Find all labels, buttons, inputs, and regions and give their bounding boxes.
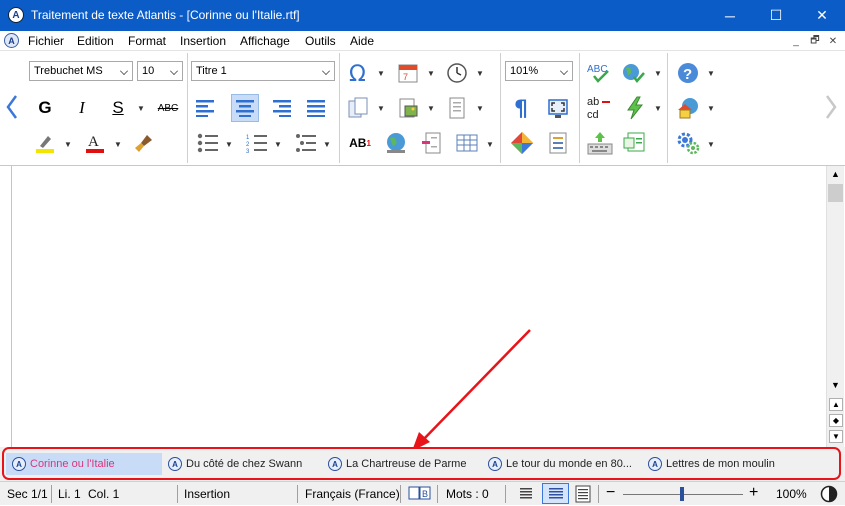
status-divider: [51, 485, 52, 503]
status-language[interactable]: Français (France): [305, 487, 400, 501]
page-view-icon[interactable]: [574, 485, 592, 506]
status-divider: [437, 485, 438, 503]
status-column: Col. 1: [88, 487, 120, 501]
zoom-out-button[interactable]: −: [606, 484, 615, 502]
status-divider: [297, 485, 298, 503]
status-line: Li. 1: [58, 487, 81, 501]
annotation-arrow-icon: [412, 329, 531, 451]
svg-text:B: B: [422, 489, 428, 499]
web-view-icon[interactable]: [542, 483, 569, 504]
draft-view-icon[interactable]: [518, 486, 534, 505]
zoom-slider-thumb[interactable]: [680, 487, 684, 501]
contrast-icon[interactable]: [820, 485, 838, 506]
status-mode[interactable]: Insertion: [184, 487, 230, 501]
book-icon[interactable]: B: [408, 485, 432, 504]
status-section: Sec 1/1: [7, 487, 48, 501]
status-divider: [400, 485, 401, 503]
zoom-in-button[interactable]: +: [749, 484, 758, 502]
status-divider: [177, 485, 178, 503]
status-divider: [598, 485, 599, 503]
status-bar: Sec 1/1 Li. 1 Col. 1 Insertion Français …: [0, 481, 845, 505]
status-divider: [505, 485, 506, 503]
annotation-highlight-frame: [2, 447, 841, 480]
status-word-count: Mots : 0: [446, 487, 489, 501]
status-zoom-value: 100%: [776, 487, 807, 501]
